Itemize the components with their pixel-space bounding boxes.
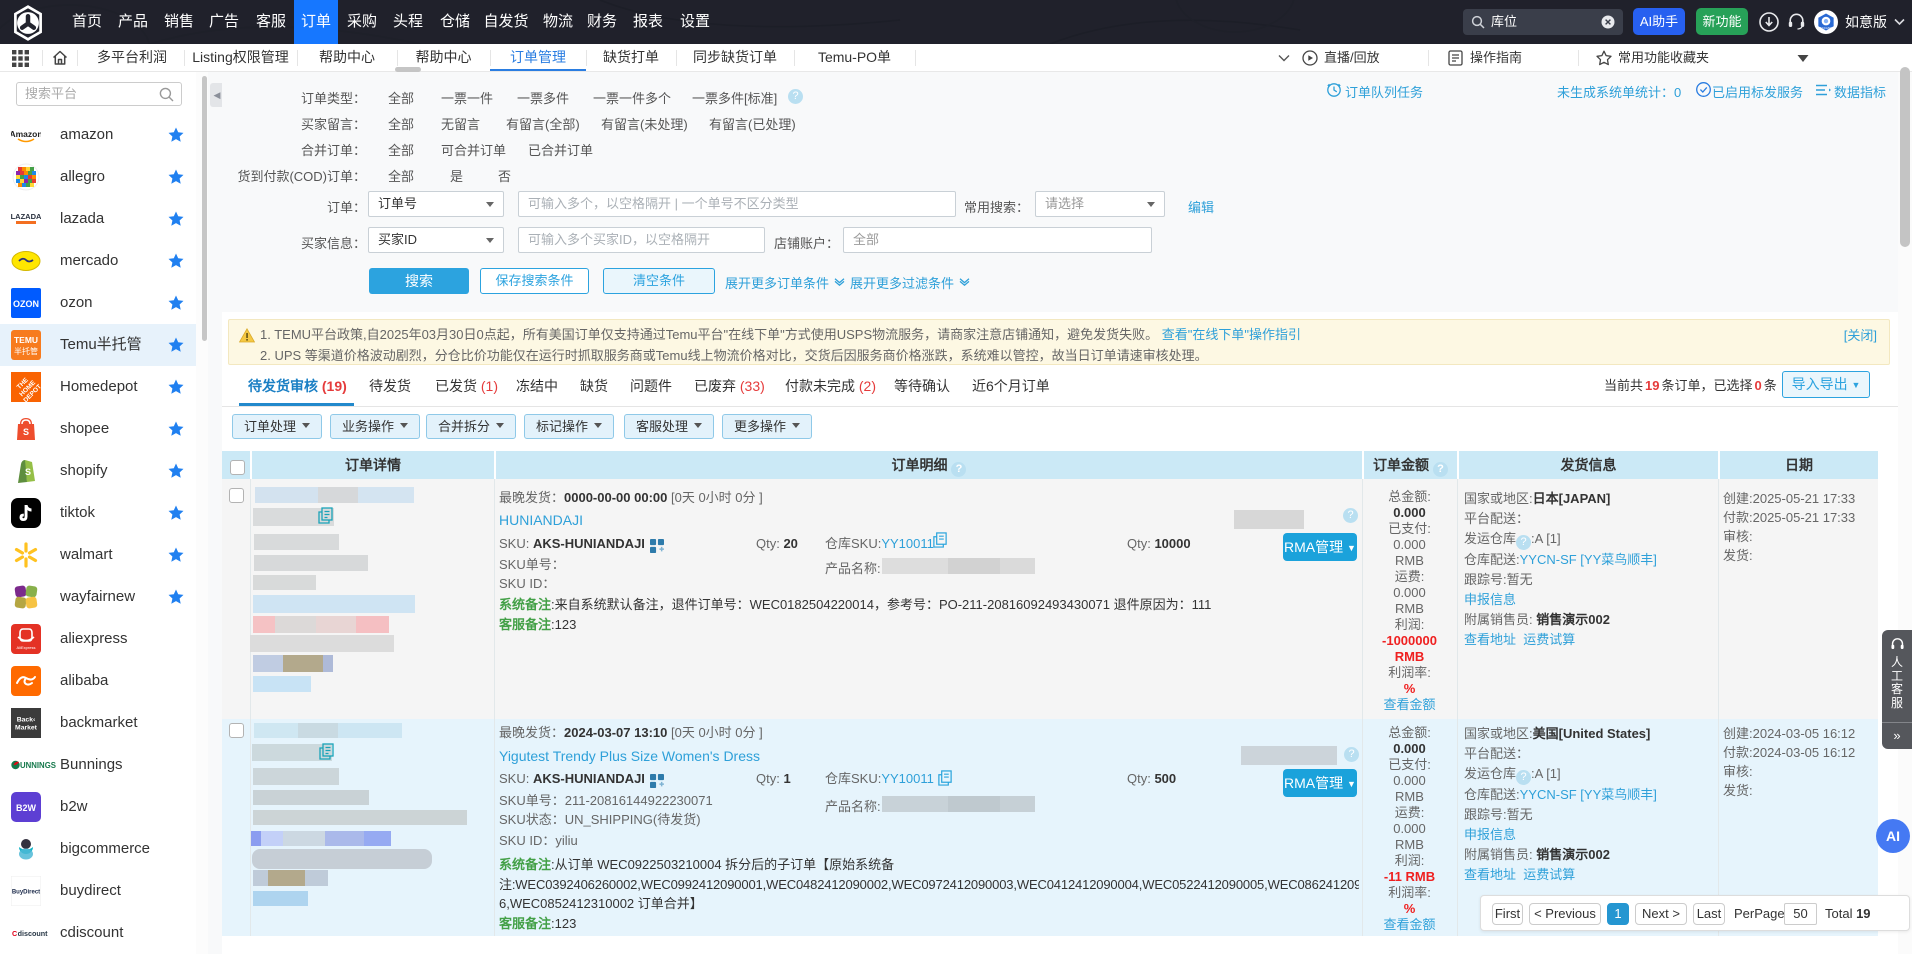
svg-text:LAZADA: LAZADA (11, 212, 41, 221)
svg-text:Market: Market (15, 725, 38, 732)
svg-text:discount: discount (18, 929, 49, 938)
svg-text:半托管: 半托管 (14, 346, 38, 356)
svg-text:TEMU: TEMU (14, 335, 38, 345)
svg-text:ECCANG: ECCANG (1820, 26, 1833, 30)
svg-text:C: C (12, 929, 17, 938)
svg-text:BuyDirect: BuyDirect (12, 890, 40, 896)
svg-text:Back‹: Back‹ (17, 717, 36, 724)
svg-text:AliExpress: AliExpress (17, 645, 36, 650)
svg-text:UNNINGS: UNNINGS (20, 761, 56, 770)
svg-text:OZON: OZON (13, 299, 39, 309)
svg-text:S: S (23, 427, 29, 437)
svg-text:S: S (25, 467, 31, 477)
svg-text:Amazon: Amazon (11, 129, 41, 139)
svg-text:B2W: B2W (16, 803, 37, 813)
